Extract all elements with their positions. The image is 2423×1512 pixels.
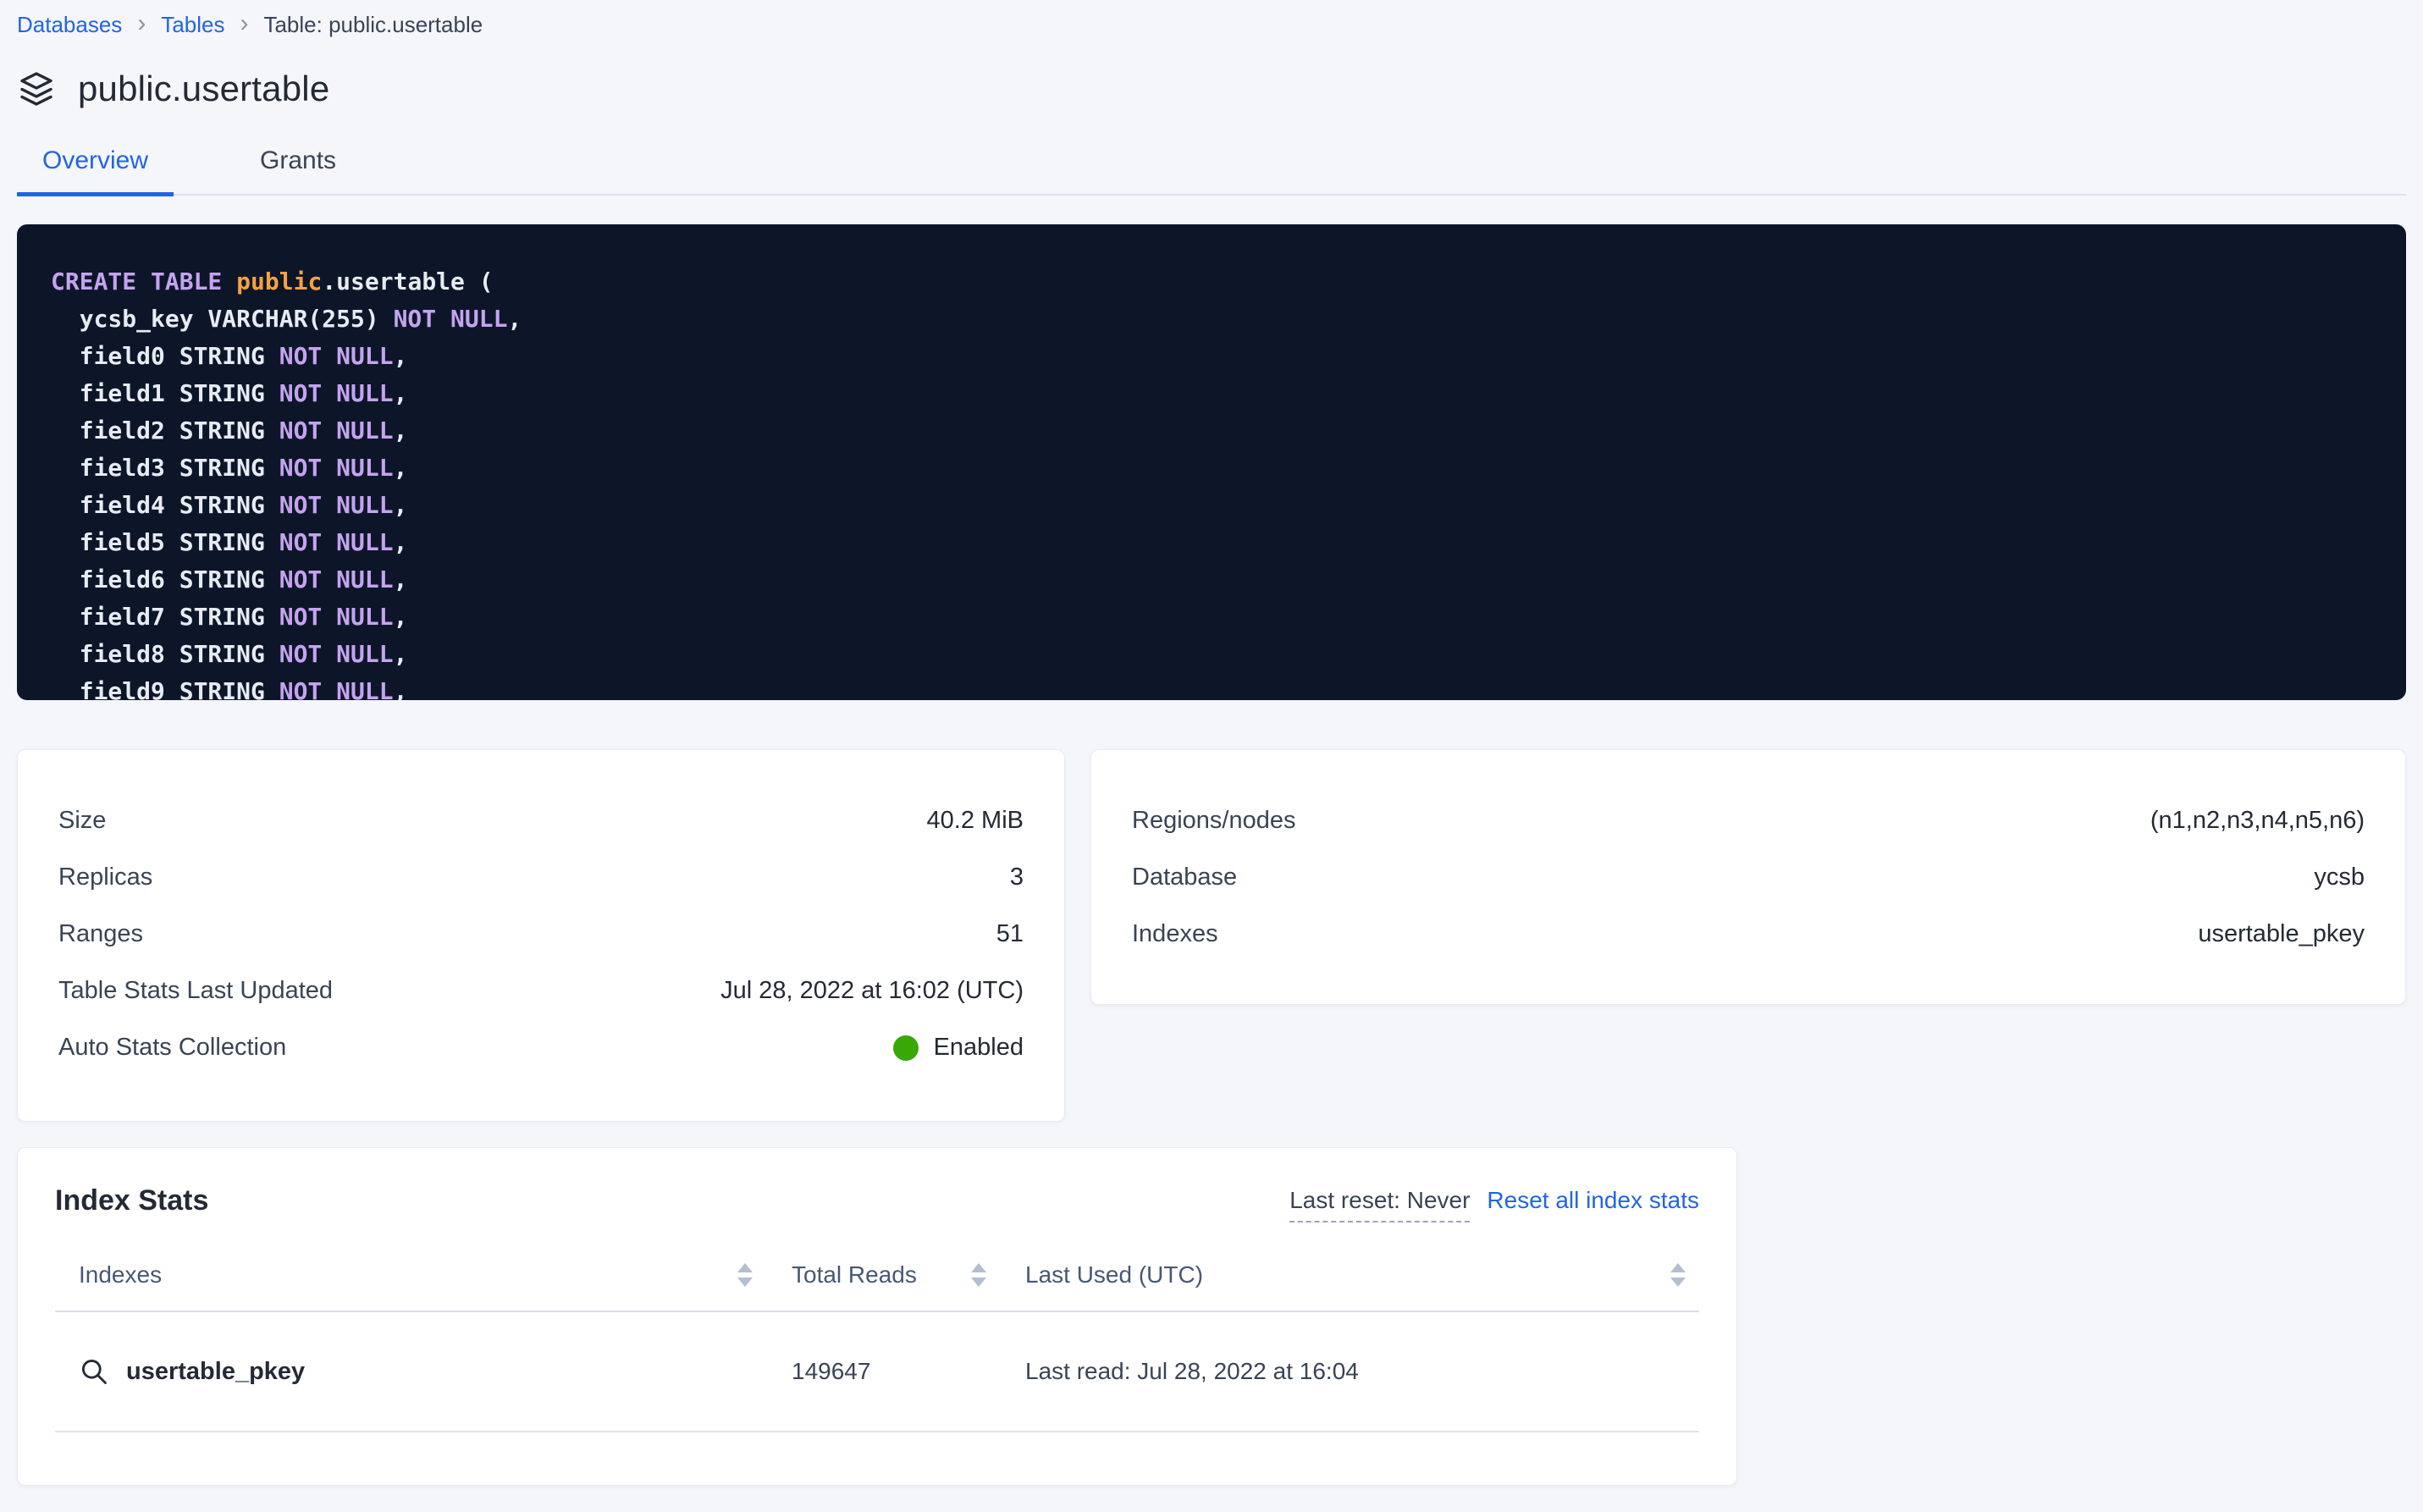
index-stats-header: Index Stats Last reset: Never Reset all … xyxy=(55,1182,1699,1222)
sql-line: field8 STRING NOT NULL, xyxy=(51,636,2372,673)
detail-label: Database xyxy=(1132,864,1237,891)
detail-label: Indexes xyxy=(1132,920,1218,948)
sort-desc-icon xyxy=(971,1277,986,1287)
sql-line: field9 STRING NOT NULL, xyxy=(51,673,2372,700)
breadcrumb: Databases › Tables › Table: public.usertable xyxy=(17,12,2406,38)
sql-line: field4 STRING NOT NULL, xyxy=(51,487,2372,524)
detail-label: Size xyxy=(58,807,106,835)
search-icon xyxy=(79,1356,109,1387)
index-table-header: Indexes Total Reads Last Used (UTC) xyxy=(55,1253,1699,1312)
breadcrumb-item-table-public-usertable: Table: public.usertable xyxy=(263,12,483,38)
sort-asc-icon xyxy=(971,1263,986,1272)
detail-label: Regions/nodes xyxy=(1132,807,1295,835)
page-title: public.usertable xyxy=(78,69,329,109)
table-layers-icon xyxy=(17,69,56,108)
sort-icon[interactable] xyxy=(971,1263,986,1287)
sql-line: field2 STRING NOT NULL, xyxy=(51,412,2372,450)
detail-value: usertable_pkey xyxy=(2198,920,2365,948)
sql-code: CREATE TABLE public.usertable ( ycsb_key… xyxy=(51,263,2372,700)
breadcrumb-separator-icon: › xyxy=(137,13,146,38)
column-header-total-reads: Total Reads xyxy=(792,1261,1025,1289)
detail-value: 51 xyxy=(996,920,1024,948)
detail-label: Ranges xyxy=(58,920,143,948)
page-title-row: public.usertable xyxy=(17,69,2406,109)
sort-asc-icon xyxy=(1670,1263,1686,1272)
reset-index-stats-link[interactable]: Reset all index stats xyxy=(1487,1187,1699,1214)
detail-row: Ranges 51 xyxy=(58,906,1024,963)
sql-line: field1 STRING NOT NULL, xyxy=(51,375,2372,412)
detail-value: 40.2 MiB xyxy=(927,807,1024,835)
detail-value: 3 xyxy=(1010,864,1024,891)
tab-bar: Overview Grants xyxy=(17,146,2406,196)
index-name-cell: usertable_pkey xyxy=(55,1356,792,1387)
detail-value: Jul 28, 2022 at 16:02 (UTC) xyxy=(720,977,1024,1005)
table-row: usertable_pkey 149647 Last read: Jul 28, 2… xyxy=(55,1312,1699,1432)
breadcrumb-separator-icon: › xyxy=(240,13,248,38)
detail-value: Enabled xyxy=(893,1034,1024,1062)
sql-line: field3 STRING NOT NULL, xyxy=(51,450,2372,487)
last-used-cell: Last read: Jul 28, 2022 at 16:04 xyxy=(1025,1358,1699,1385)
column-header-label[interactable]: Indexes xyxy=(79,1261,162,1289)
sort-icon[interactable] xyxy=(737,1263,753,1287)
sql-line: ycsb_key VARCHAR(255) NOT NULL, xyxy=(51,301,2372,338)
index-table-body: usertable_pkey 149647 Last read: Jul 28, 2… xyxy=(55,1312,1699,1432)
sort-icon[interactable] xyxy=(1670,1263,1686,1287)
table-info-card: Regions/nodes (n1,n2,n3,n4,n5,n6) Database… xyxy=(1090,749,2406,1005)
detail-row: Size 40.2 MiB xyxy=(58,792,1024,849)
last-used-value: Last read: Jul 28, 2022 at 16:04 xyxy=(1025,1358,1359,1385)
index-stats-actions: Last reset: Never Reset all index stats xyxy=(1289,1182,1699,1222)
index-stats-title: Index Stats xyxy=(55,1182,208,1219)
index-stats-card: Index Stats Last reset: Never Reset all … xyxy=(17,1147,1737,1486)
sort-asc-icon xyxy=(737,1263,753,1272)
table-stats-card: Size 40.2 MiB Replicas 3 Ranges 51 Table Stats… xyxy=(17,749,1065,1122)
detail-cards-row: Size 40.2 MiB Replicas 3 Ranges 51 Table Stats… xyxy=(17,749,2406,1122)
detail-row: Database ycsb xyxy=(1132,849,2365,906)
sort-desc-icon xyxy=(737,1277,753,1287)
detail-value: ycsb xyxy=(2314,864,2365,891)
detail-label: Replicas xyxy=(58,864,152,891)
detail-row: Replicas 3 xyxy=(58,849,1024,906)
detail-label: Auto Stats Collection xyxy=(58,1034,286,1062)
total-reads-cell: 149647 xyxy=(792,1358,1025,1385)
breadcrumb-item-tables[interactable]: Tables xyxy=(161,12,224,38)
detail-row: Regions/nodes (n1,n2,n3,n4,n5,n6) xyxy=(1132,792,2365,849)
sql-line: CREATE TABLE public.usertable ( xyxy=(51,263,2372,301)
breadcrumb-item-databases[interactable]: Databases xyxy=(17,12,122,38)
sql-line: field7 STRING NOT NULL, xyxy=(51,599,2372,636)
sort-desc-icon xyxy=(1670,1277,1686,1287)
column-header-indexes: Indexes xyxy=(55,1261,792,1289)
last-reset-label: Last reset: Never xyxy=(1289,1187,1470,1222)
detail-row: Table Stats Last Updated Jul 28, 2022 at … xyxy=(58,963,1024,1019)
detail-label: Table Stats Last Updated xyxy=(58,977,333,1005)
index-name-link[interactable]: usertable_pkey xyxy=(126,1358,305,1386)
sql-line: field0 STRING NOT NULL, xyxy=(51,338,2372,375)
total-reads-value: 149647 xyxy=(792,1358,870,1385)
sql-line: field5 STRING NOT NULL, xyxy=(51,524,2372,561)
sql-line: field6 STRING NOT NULL, xyxy=(51,561,2372,599)
detail-value: (n1,n2,n3,n4,n5,n6) xyxy=(2150,807,2365,835)
create-statement-box: CREATE TABLE public.usertable ( ycsb_key… xyxy=(17,224,2406,700)
detail-row: Indexes usertable_pkey xyxy=(1132,906,2365,963)
status-dot-icon xyxy=(893,1035,919,1061)
column-header-label[interactable]: Last Used (UTC) xyxy=(1025,1261,1203,1289)
column-header-last-used-utc-: Last Used (UTC) xyxy=(1025,1261,1699,1289)
index-stats-table: Indexes Total Reads Last Used (UTC) userta… xyxy=(55,1253,1699,1432)
tab-overview[interactable]: Overview xyxy=(17,146,174,196)
column-header-label[interactable]: Total Reads xyxy=(792,1261,917,1289)
detail-row: Auto Stats Collection Enabled xyxy=(58,1019,1024,1076)
table-details-page: Databases › Tables › Table: public.usertable… xyxy=(0,0,2423,1486)
tab-grants[interactable]: Grants xyxy=(235,146,362,196)
